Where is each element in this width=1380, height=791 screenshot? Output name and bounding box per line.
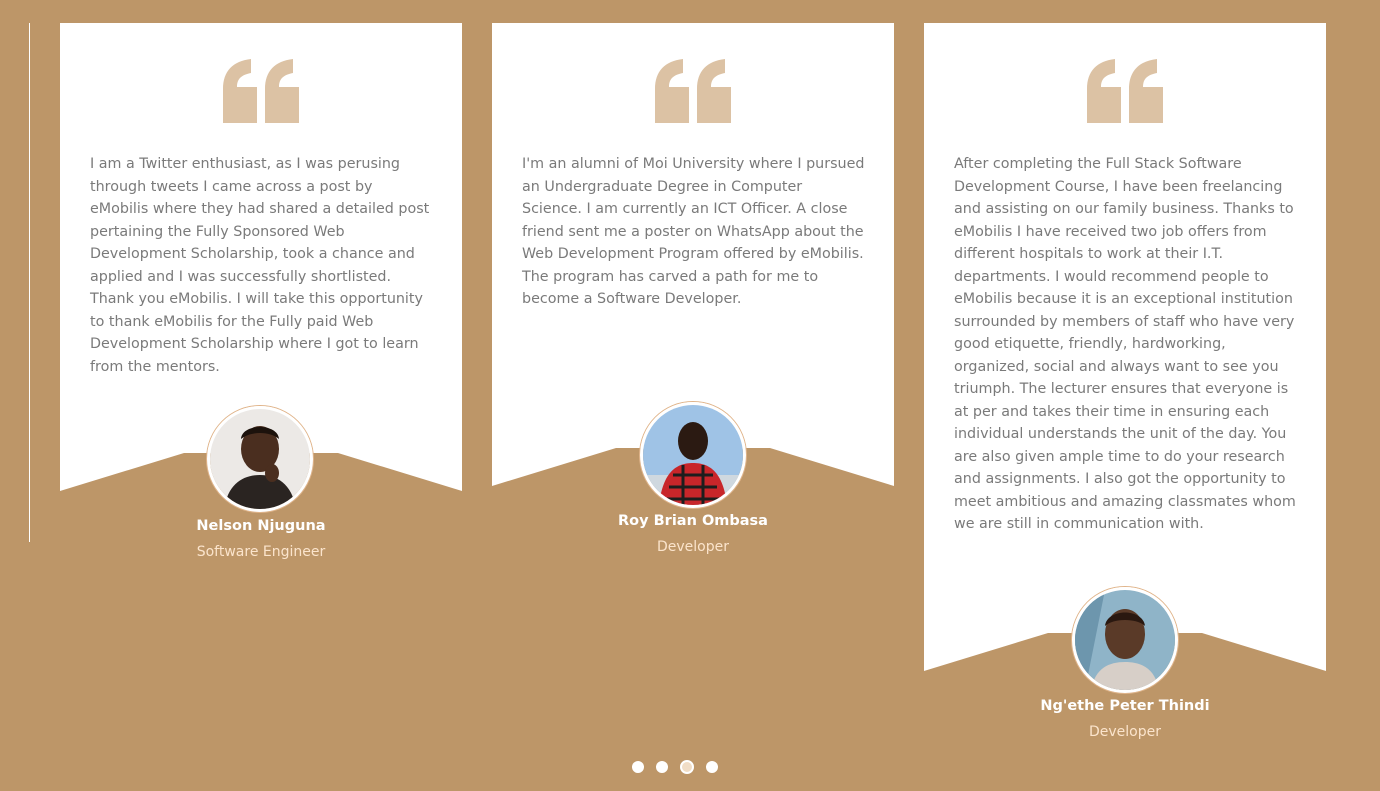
testimonial-text: I am a Twitter enthusiast, as I was peru…: [90, 156, 430, 375]
carousel-dot-4[interactable]: [706, 761, 718, 773]
author-role: Developer: [1088, 724, 1161, 740]
carousel-dot-2[interactable]: [656, 761, 668, 773]
testimonial-card: After completing the Full Stack Software…: [924, 23, 1326, 677]
carousel-edge-line: [29, 23, 30, 542]
avatar: [640, 402, 746, 508]
avatar: [1072, 587, 1178, 693]
quote-icon: [223, 59, 299, 123]
author-role: Software Engineer: [196, 544, 326, 560]
carousel-dot-1[interactable]: [632, 761, 644, 773]
author-name: Ng'ethe Peter Thindi: [1040, 698, 1210, 714]
author-name: Nelson Njuguna: [196, 518, 326, 534]
quote-icon: [1087, 59, 1163, 123]
avatar: [207, 406, 313, 512]
quote-icon: [655, 59, 731, 123]
carousel-dots: [632, 760, 718, 774]
author-role: Developer: [656, 539, 729, 555]
author-name: Roy Brian Ombasa: [618, 513, 768, 529]
testimonial-text: After completing the Full Stack Software…: [954, 156, 1296, 532]
carousel-dot-3[interactable]: [680, 760, 694, 774]
testimonial-text: I'm an alumni of Moi University where I …: [522, 156, 865, 307]
